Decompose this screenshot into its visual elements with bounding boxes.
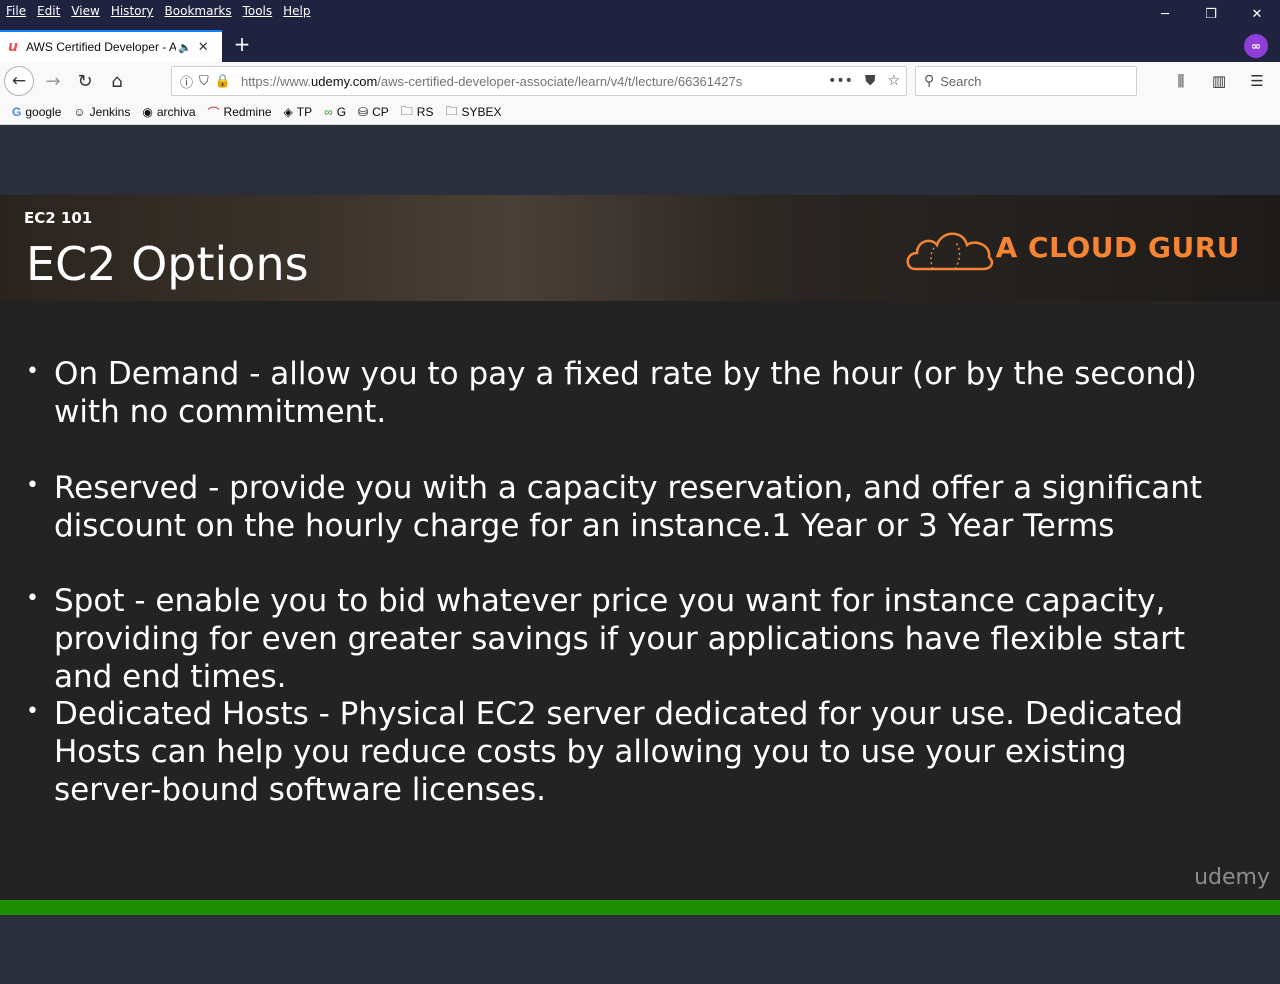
info-icon[interactable]: ⓘ — [180, 72, 193, 91]
bookmark-label: google — [25, 105, 62, 119]
g-icon: ∞ — [324, 105, 333, 119]
navigation-toolbar: ← → ↻ ⌂ ⓘ ⛉ 🔒 https://www.udemy.com/aws-… — [0, 62, 1280, 100]
menu-view[interactable]: View — [71, 4, 99, 18]
bookmark-label: TP — [296, 105, 313, 119]
archiva-icon: ◉ — [142, 105, 153, 119]
video-player-area[interactable]: EC2 101 EC2 Options A CLOUD GURU • On De… — [0, 125, 1280, 984]
folder-icon: 🗀 — [400, 103, 413, 118]
bullet-icon: • — [26, 359, 39, 384]
progress-fill — [0, 900, 1280, 915]
lock-icon[interactable]: 🔒 — [215, 74, 231, 89]
menu-bar: File Edit View History Bookmarks Tools H… — [0, 0, 322, 22]
home-button[interactable]: ⌂ — [102, 66, 132, 96]
bookmark-label: Jenkins — [89, 105, 131, 119]
close-window-button[interactable]: ✕ — [1234, 0, 1280, 28]
bullet-text: Spot - enable you to bid whatever price … — [54, 583, 1185, 695]
bookmark-jenkins[interactable]: ☺ Jenkins — [73, 105, 130, 119]
bookmark-sybex[interactable]: 🗀 SYBEX — [445, 102, 501, 123]
url-text[interactable]: https://www.udemy.com/aws-certified-deve… — [241, 74, 786, 89]
speaker-icon[interactable]: 🔈 — [178, 41, 192, 54]
udemy-favicon-icon: u — [8, 39, 18, 55]
menu-edit[interactable]: Edit — [37, 4, 60, 18]
library-icon[interactable]: ⫼ — [1166, 66, 1196, 96]
url-domain: udemy.com — [311, 73, 378, 89]
bookmark-label: RS — [416, 105, 434, 119]
bookmark-google[interactable]: Ggoogle — [12, 105, 61, 119]
menu-tools[interactable]: Tools — [243, 4, 273, 18]
bullet-icon: • — [26, 473, 39, 498]
video-progress-bar[interactable] — [0, 900, 1280, 915]
slide-header: EC2 101 EC2 Options A CLOUD GURU — [0, 195, 1280, 301]
tab-udemy[interactable]: u AWS Certified Developer - A 🔈 ✕ — [0, 30, 222, 62]
menu-history[interactable]: History — [111, 4, 154, 18]
udemy-watermark: udemy — [1194, 865, 1270, 890]
tab-title: AWS Certified Developer - A — [26, 40, 176, 54]
bullet-text: Dedicated Hosts - Physical EC2 server de… — [54, 696, 1184, 808]
browser-titlebar: File Edit View History Bookmarks Tools H… — [0, 0, 1280, 62]
brand-text: A CLOUD GURU — [995, 231, 1240, 264]
bullet-icon: • — [26, 586, 39, 611]
forward-button[interactable]: → — [38, 66, 68, 96]
bookmarks-toolbar: Ggoogle ☺ Jenkins ◉ archiva ⌒ Redmine ◈ TP ∞… — [0, 100, 1280, 125]
cloud-logo-icon — [906, 232, 994, 271]
bookmark-label: archiva — [156, 105, 196, 119]
new-tab-button[interactable]: + — [230, 32, 254, 56]
bullet-icon: • — [26, 699, 39, 724]
bullet-text: On Demand - allow you to pay a fixed rat… — [54, 356, 1197, 430]
private-browsing-icon: ∞ — [1244, 34, 1268, 58]
restore-button[interactable]: ❐ — [1188, 0, 1234, 28]
back-button[interactable]: ← — [4, 66, 34, 96]
bookmark-tp[interactable]: ◈ TP — [284, 105, 313, 119]
bookmark-cp[interactable]: ⛁ CP — [358, 105, 389, 119]
bookmark-label: G — [336, 105, 347, 119]
pocket-icon[interactable]: ⛊ — [865, 73, 876, 89]
bookmark-archiva[interactable]: ◉ archiva — [142, 105, 195, 119]
bookmark-rs[interactable]: 🗀 RS — [401, 102, 434, 123]
bookmark-g[interactable]: ∞ G — [324, 105, 346, 119]
url-path: /aws-certified-developer-associate/learn… — [377, 73, 743, 89]
close-tab-icon[interactable]: ✕ — [198, 40, 209, 55]
tp-icon: ◈ — [283, 105, 293, 119]
shield-icon[interactable]: ⛉ — [199, 74, 209, 89]
cp-icon: ⛁ — [358, 105, 369, 119]
bookmark-label: Redmine — [223, 105, 272, 119]
toolbar-right: ⫼ ▥ ☰ — [1166, 66, 1272, 96]
bookmark-label: SYBEX — [461, 105, 502, 119]
redmine-icon: ⌒ — [207, 105, 220, 120]
address-bar[interactable]: ⓘ ⛉ 🔒 https://www.udemy.com/aws-certifie… — [171, 66, 907, 96]
lecture-slide[interactable]: EC2 101 EC2 Options A CLOUD GURU • On De… — [0, 195, 1280, 900]
bookmark-star-icon[interactable]: ☆ — [887, 73, 900, 89]
search-input[interactable]: ⚲ Search — [915, 66, 1137, 96]
google-icon: G — [12, 105, 22, 119]
bookmark-label: CP — [372, 105, 389, 119]
menu-help[interactable]: Help — [283, 4, 310, 18]
jenkins-icon: ☺ — [73, 105, 86, 119]
page-actions-icon[interactable]: ••• — [828, 73, 853, 89]
minimize-button[interactable]: ─ — [1142, 0, 1188, 28]
sidebar-icon[interactable]: ▥ — [1204, 66, 1234, 96]
section-label: EC2 101 — [24, 209, 93, 227]
menu-bookmarks[interactable]: Bookmarks — [165, 4, 232, 18]
slide-title: EC2 Options — [26, 237, 309, 291]
address-actions: ••• ⛊ ☆ — [828, 73, 900, 89]
reload-button[interactable]: ↻ — [70, 66, 100, 96]
window-controls: ─ ❐ ✕ — [1142, 0, 1280, 28]
menu-file[interactable]: File — [6, 4, 26, 18]
search-icon: ⚲ — [924, 73, 935, 89]
folder-icon: 🗀 — [445, 103, 458, 118]
bookmark-redmine[interactable]: ⌒ Redmine — [208, 104, 272, 121]
bullet-text: Reserved - provide you with a capacity r… — [54, 470, 1203, 544]
hamburger-menu-icon[interactable]: ☰ — [1242, 66, 1272, 96]
search-placeholder: Search — [940, 73, 982, 89]
url-prefix: https://www. — [240, 73, 312, 89]
